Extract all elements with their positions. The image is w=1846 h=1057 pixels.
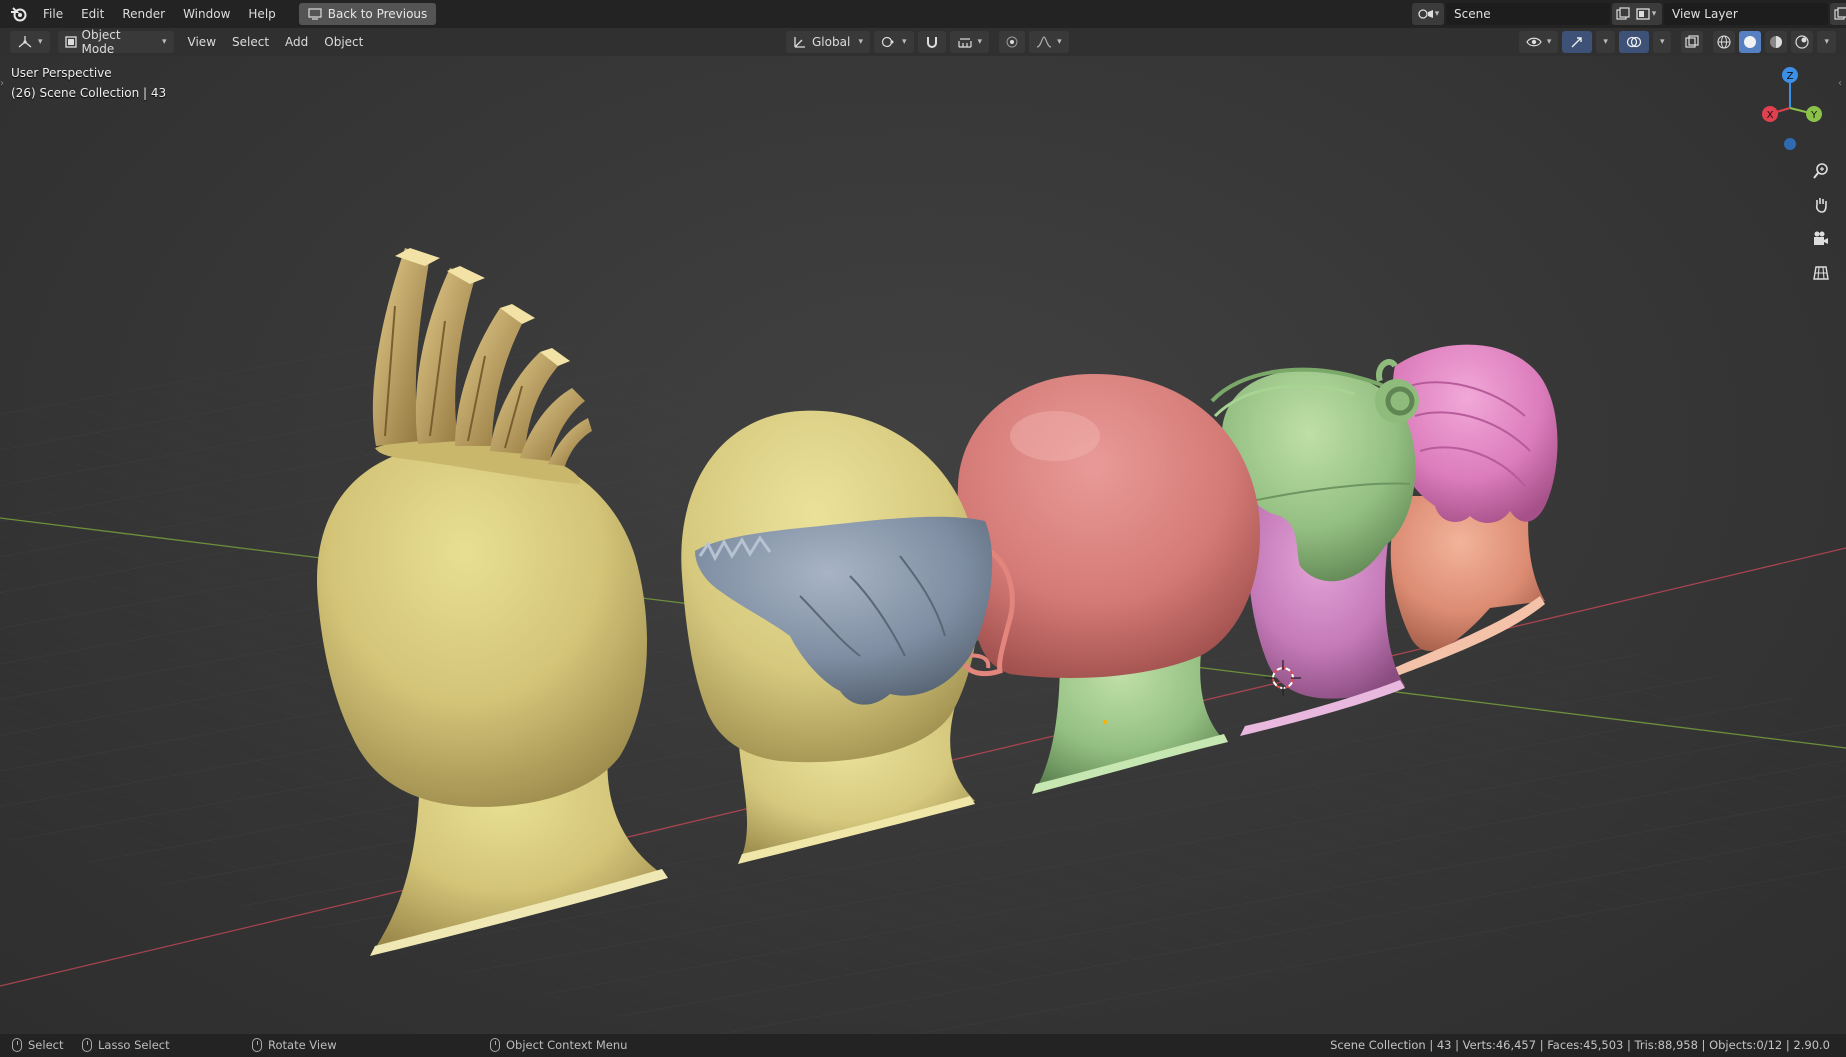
scene-statistics: Scene Collection | 43 | Verts:46,457 | F…	[1330, 1038, 1830, 1052]
copy-icon	[1834, 7, 1846, 20]
overlays-icon	[1626, 36, 1642, 48]
visibility-dropdown[interactable]: ▾	[1518, 31, 1559, 53]
status-select-hint: Select	[12, 1038, 63, 1052]
pivot-point-dropdown[interactable]: ▾	[874, 31, 914, 53]
viewport-header: ▾ Object Mode ▾ View Select Add Object G…	[0, 28, 1846, 56]
magnet-icon	[926, 37, 937, 48]
snap-toggle[interactable]	[917, 31, 946, 53]
monitor-icon	[308, 8, 322, 20]
back-to-previous-button[interactable]: Back to Previous	[298, 3, 437, 25]
drag-mouse-icon	[82, 1038, 92, 1052]
copy-icon	[1616, 7, 1630, 20]
object-mode-icon	[64, 36, 77, 48]
overlays-dropdown[interactable]: ▾	[1652, 31, 1672, 53]
zoom-icon[interactable]	[1808, 158, 1834, 184]
menu-file[interactable]: File	[34, 3, 72, 25]
right-mouse-icon	[490, 1038, 500, 1052]
pivot-icon	[881, 36, 894, 48]
xray-toggle[interactable]	[1681, 31, 1704, 53]
object-mode-label: Object Mode	[81, 28, 121, 56]
svg-text:X: X	[1767, 110, 1774, 121]
object-mode-dropdown[interactable]: Object Mode ▾	[57, 28, 174, 56]
gizmo-dropdown[interactable]: ▾	[1596, 31, 1615, 53]
rendered-shading-button[interactable]	[1791, 31, 1814, 53]
gizmo-toggle[interactable]	[1562, 31, 1593, 53]
proportional-editing-toggle[interactable]	[999, 31, 1026, 53]
eye-icon	[1526, 37, 1542, 47]
status-rotate-hint: Rotate View	[252, 1038, 337, 1052]
view-layer-icon	[1636, 8, 1650, 20]
world-origin	[1103, 720, 1107, 724]
proportional-falloff-dropdown[interactable]: ▾	[1029, 31, 1069, 53]
sidebar-expand-arrow-icon[interactable]: ‹	[1838, 78, 1844, 94]
svg-text:Y: Y	[1810, 110, 1818, 121]
gizmo-icon	[1571, 37, 1583, 48]
overlays-toggle[interactable]	[1618, 31, 1649, 53]
solid-sphere-icon	[1744, 36, 1757, 48]
toolbar-expand-arrow-icon[interactable]: ›	[0, 78, 6, 94]
viewport-scene	[0, 248, 1846, 1034]
3d-viewport-icon	[18, 36, 32, 48]
status-bar: Select Lasso Select Rotate View Object C…	[0, 1034, 1846, 1057]
middle-mouse-icon	[252, 1038, 262, 1052]
orthographic-toggle-icon[interactable]	[1808, 260, 1834, 286]
material-sphere-icon	[1770, 36, 1783, 48]
transform-tools: Global ▾ ▾ ▾ ▾	[786, 31, 1069, 53]
new-view-layer-button[interactable]	[1830, 3, 1846, 25]
menu-window[interactable]: Window	[174, 3, 239, 25]
menu-select[interactable]: Select	[224, 31, 277, 53]
view-name-label: User Perspective	[11, 66, 112, 80]
camera-view-icon[interactable]	[1808, 226, 1834, 252]
transform-orientation-dropdown[interactable]: Global ▾	[786, 31, 870, 53]
menu-render[interactable]: Render	[113, 3, 174, 25]
status-context-menu-hint: Object Context Menu	[490, 1038, 627, 1052]
proportional-edit-icon	[1006, 36, 1018, 48]
editor-type-button[interactable]: ▾	[10, 31, 50, 53]
left-mouse-icon	[12, 1038, 22, 1052]
snap-element-dropdown[interactable]: ▾	[949, 31, 990, 53]
scene-name-field[interactable]: Scene	[1446, 3, 1610, 25]
menu-object[interactable]: Object	[316, 31, 371, 53]
shading-dropdown[interactable]: ▾	[1817, 31, 1836, 53]
solid-shading-button[interactable]	[1739, 31, 1762, 53]
view-layer-name-field[interactable]: View Layer	[1664, 3, 1828, 25]
collection-info-label: (26) Scene Collection | 43	[11, 86, 167, 100]
rendered-sphere-icon	[1795, 35, 1810, 49]
status-lasso-hint: Lasso Select	[82, 1038, 170, 1052]
menu-edit[interactable]: Edit	[72, 3, 113, 25]
view-layer-browse-button[interactable]: ▾	[1630, 3, 1662, 25]
scene-name: Scene	[1454, 7, 1491, 21]
top-menu-bar: File Edit Render Window Help Back to Pre…	[0, 0, 1846, 28]
wireframe-sphere-icon	[1717, 35, 1732, 49]
snap-increment-icon	[957, 38, 972, 48]
xray-icon	[1685, 35, 1700, 48]
menu-view[interactable]: View	[180, 31, 224, 53]
navigation-gizmo[interactable]: Z Y X	[1756, 66, 1826, 156]
scene-browse-button[interactable]: ▾	[1412, 3, 1444, 25]
scene-icon	[1418, 9, 1433, 19]
scene-selector: ▾ Scene ✕	[1412, 3, 1655, 25]
pan-hand-icon[interactable]	[1808, 192, 1834, 218]
blender-logo-icon[interactable]	[4, 0, 34, 28]
viewport-display-tools: ▾ ▾ ▾ ▾	[1518, 31, 1836, 53]
orientation-icon	[794, 37, 805, 48]
menu-add[interactable]: Add	[277, 31, 316, 53]
menu-help[interactable]: Help	[239, 3, 284, 25]
view-layer-name: View Layer	[1672, 7, 1738, 21]
back-button-label: Back to Previous	[327, 7, 428, 21]
transform-orientation-label: Global	[812, 35, 851, 49]
mohawk-spikes	[372, 248, 592, 466]
view-layer-selector: ▾ View Layer ✕	[1630, 3, 1846, 25]
svg-text:Z: Z	[1787, 71, 1794, 82]
neg-z-axis-handle[interactable]	[1784, 138, 1796, 150]
wireframe-shading-button[interactable]	[1713, 31, 1736, 53]
3d-viewport[interactable]: User Perspective (26) Scene Collection |…	[0, 56, 1846, 1034]
material-preview-button[interactable]	[1765, 31, 1788, 53]
falloff-curve-icon	[1036, 36, 1052, 48]
